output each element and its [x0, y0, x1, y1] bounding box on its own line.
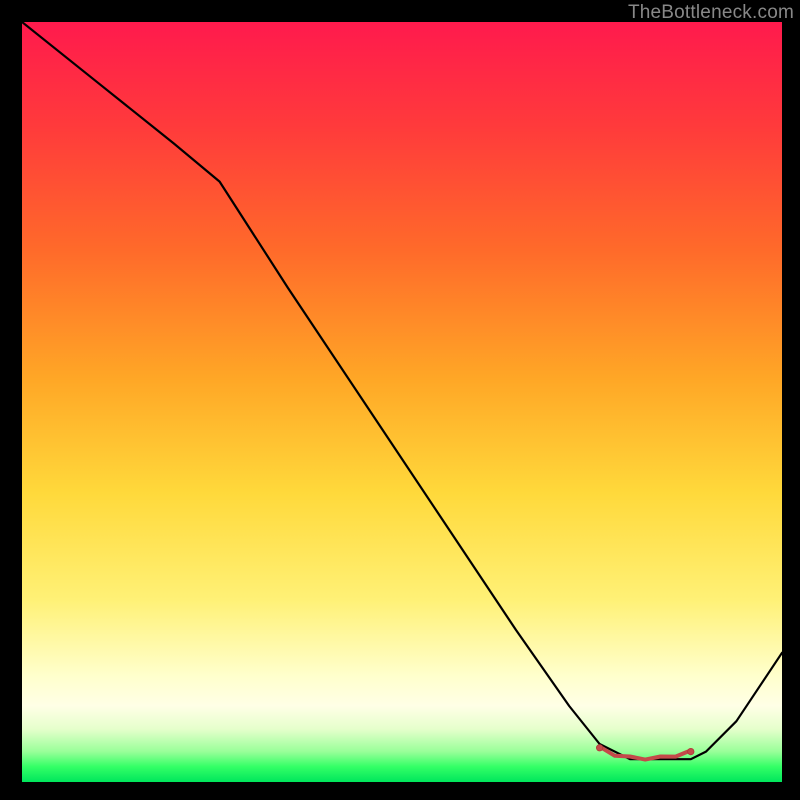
plot-area: [22, 22, 782, 782]
watermark-text: TheBottleneck.com: [628, 2, 794, 24]
chart-container: TheBottleneck.com: [0, 0, 800, 800]
